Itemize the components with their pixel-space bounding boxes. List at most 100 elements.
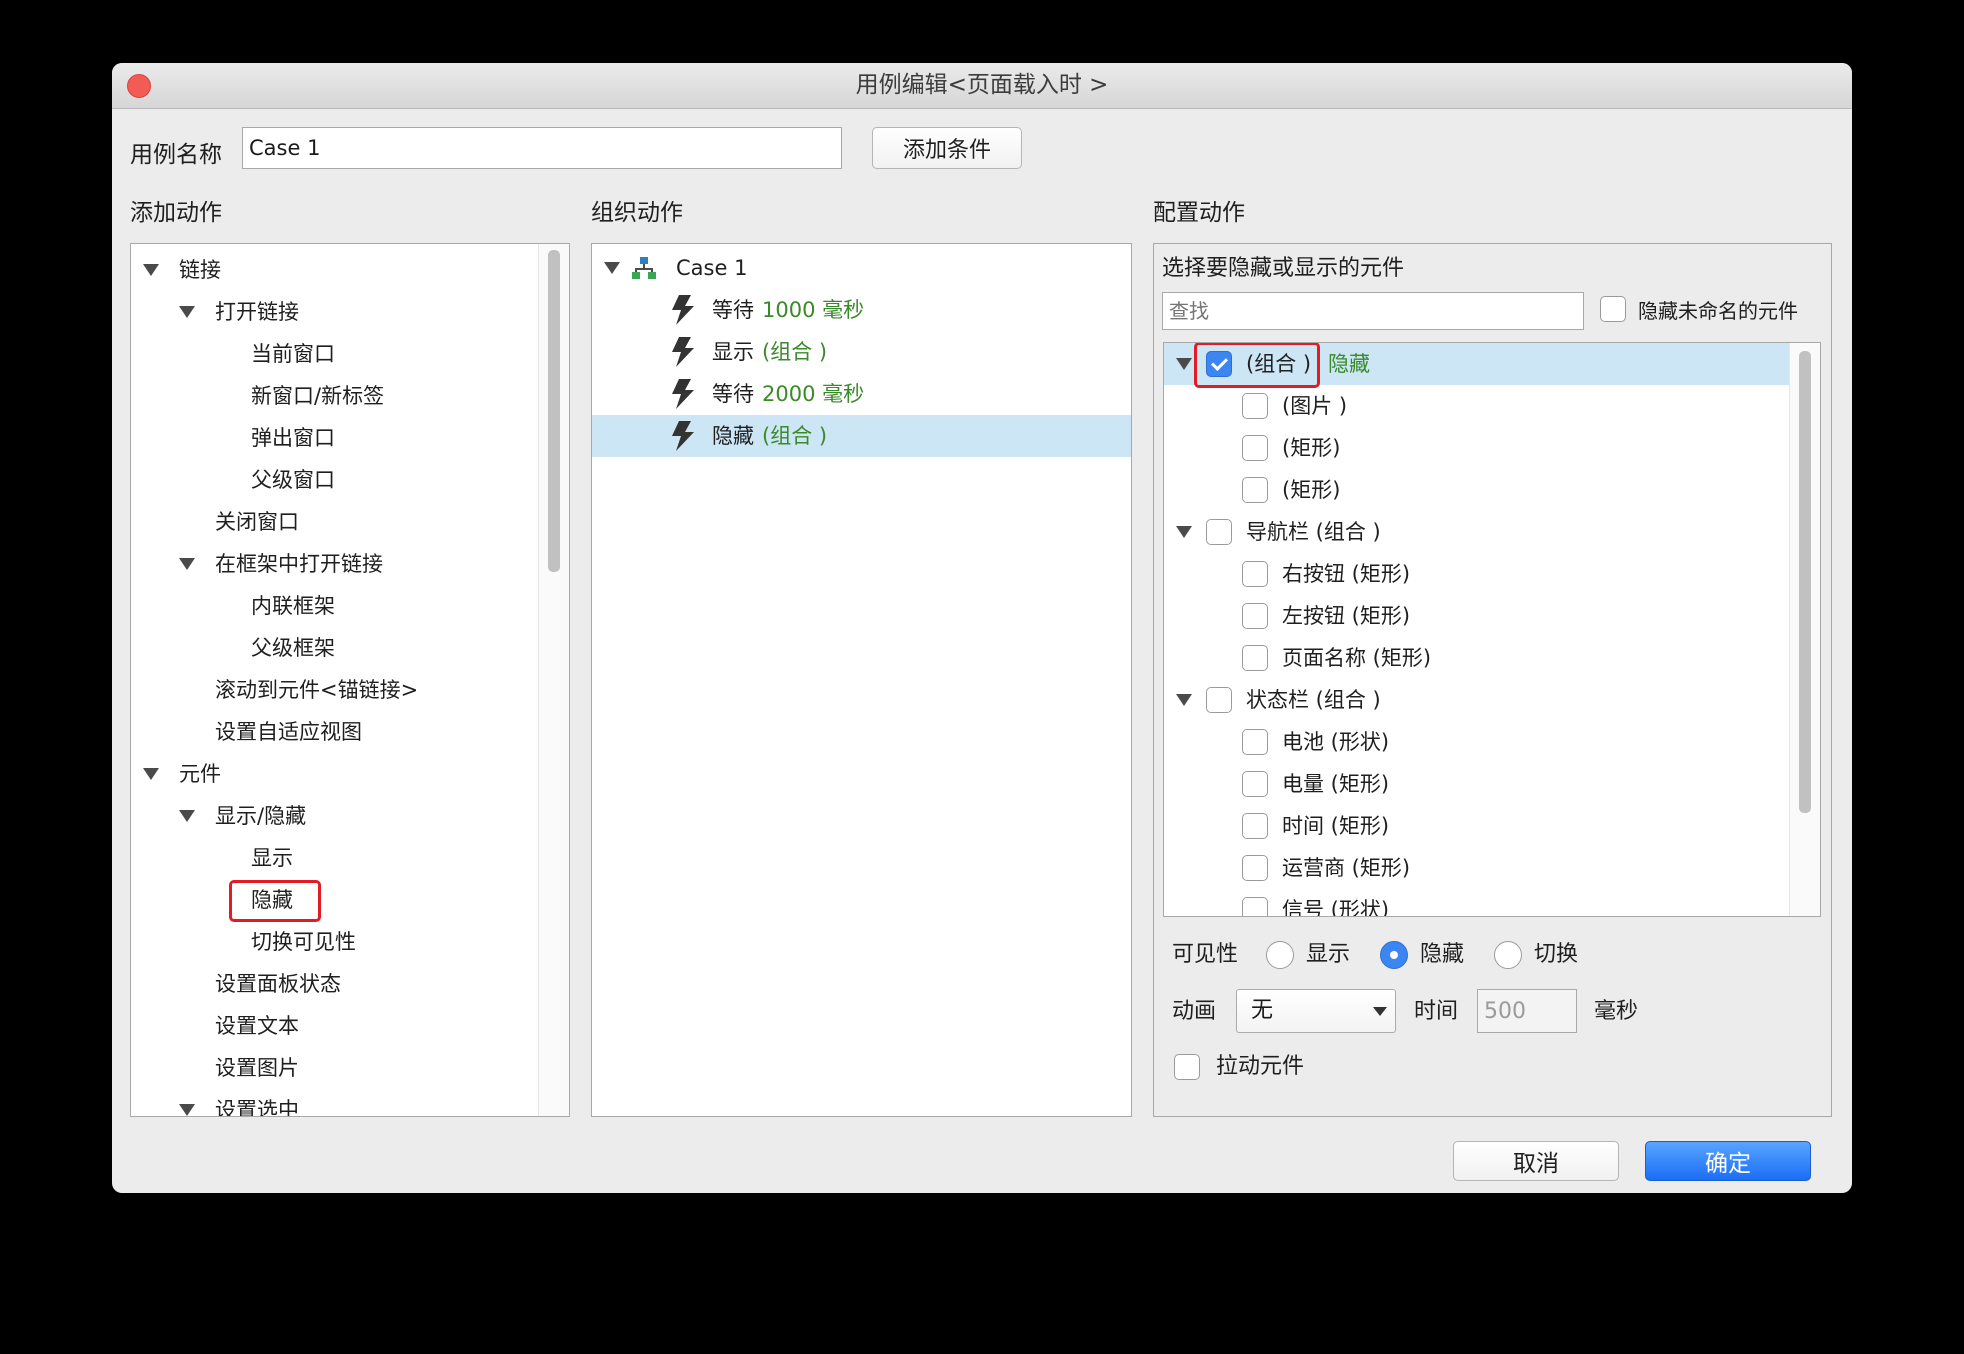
- case-tree-icon: [632, 257, 656, 279]
- case-editor-dialog: 用例编辑<页面载入时 > 用例名称 添加条件 添加动作 组织动作 配置动作 链接…: [112, 63, 1852, 1193]
- widget-checkbox[interactable]: [1242, 477, 1268, 503]
- drag-widget-toggle[interactable]: 拉动元件: [1174, 1046, 1374, 1088]
- widget-row[interactable]: 右按钮 (矩形): [1164, 553, 1790, 595]
- case-name-input[interactable]: [242, 127, 842, 169]
- widget-row[interactable]: 运营商 (矩形): [1164, 847, 1790, 889]
- tree-item-show[interactable]: 显示: [131, 837, 539, 879]
- hide-unnamed-toggle[interactable]: 隐藏未命名的元件: [1600, 290, 1830, 332]
- widget-checkbox[interactable]: [1242, 393, 1268, 419]
- widget-tree-scrollbar[interactable]: [1789, 343, 1820, 916]
- tree-item-widgets[interactable]: 元件: [131, 753, 539, 795]
- tree-item-open-in-frame[interactable]: 在框架中打开链接: [131, 543, 539, 585]
- lightning-icon: [672, 295, 694, 325]
- lightning-icon: [672, 379, 694, 409]
- window-title: 用例编辑<页面载入时 >: [855, 72, 1109, 98]
- scrollbar-thumb[interactable]: [548, 250, 560, 572]
- tree-item-open-link[interactable]: 打开链接: [131, 291, 539, 333]
- widget-row[interactable]: 电池 (形状): [1164, 721, 1790, 763]
- tree-item-set-selected[interactable]: 设置选中: [131, 1089, 539, 1116]
- visibility-toggle-option[interactable]: 切换: [1494, 934, 1604, 976]
- add-actions-panel: 链接 打开链接 当前窗口 新窗口/新标签 弹出窗口 父级窗口 关闭窗口 在框架中…: [130, 243, 570, 1117]
- add-actions-tree: 链接 打开链接 当前窗口 新窗口/新标签 弹出窗口 父级窗口 关闭窗口 在框架中…: [131, 244, 539, 1116]
- expand-triangle-icon[interactable]: [604, 262, 620, 274]
- expand-triangle-icon[interactable]: [1176, 358, 1192, 370]
- tree-item-parent-frame[interactable]: 父级框架: [131, 627, 539, 669]
- animation-label: 动画: [1172, 999, 1217, 1024]
- cancel-button[interactable]: 取消: [1453, 1141, 1619, 1181]
- tree-item-popup-window[interactable]: 弹出窗口: [131, 417, 539, 459]
- hide-unnamed-checkbox[interactable]: [1600, 296, 1626, 322]
- widget-row[interactable]: 信号 (形状): [1164, 889, 1790, 916]
- widget-checkbox[interactable]: [1242, 435, 1268, 461]
- expand-triangle-icon[interactable]: [179, 810, 195, 822]
- widget-row[interactable]: 左按钮 (矩形): [1164, 595, 1790, 637]
- tree-item-parent-window[interactable]: 父级窗口: [131, 459, 539, 501]
- tree-item-close-window[interactable]: 关闭窗口: [131, 501, 539, 543]
- configure-actions-title: 配置动作: [1153, 200, 1245, 226]
- add-condition-button[interactable]: 添加条件: [872, 127, 1022, 169]
- time-input[interactable]: [1477, 989, 1577, 1033]
- expand-triangle-icon[interactable]: [179, 558, 195, 570]
- action-row[interactable]: 显示 (组合 ): [592, 331, 1131, 373]
- widget-row[interactable]: 页面名称 (矩形): [1164, 637, 1790, 679]
- tree-item-inline-frame[interactable]: 内联框架: [131, 585, 539, 627]
- widget-search-input[interactable]: [1162, 292, 1584, 330]
- widget-row-nav-group[interactable]: 导航栏 (组合 ): [1164, 511, 1790, 553]
- tree-item-scroll-to-widget[interactable]: 滚动到元件<锚链接>: [131, 669, 539, 711]
- widget-checkbox[interactable]: [1242, 771, 1268, 797]
- ok-button[interactable]: 确定: [1645, 1141, 1811, 1181]
- title-bar: 用例编辑<页面载入时 >: [112, 63, 1852, 109]
- hide-action-highlight: [229, 880, 321, 922]
- expand-triangle-icon[interactable]: [1176, 694, 1192, 706]
- action-row[interactable]: 等待 1000 毫秒: [592, 289, 1131, 331]
- dropdown-arrow-icon: [1373, 1007, 1387, 1016]
- widget-checkbox[interactable]: [1242, 729, 1268, 755]
- widget-checkbox[interactable]: [1242, 813, 1268, 839]
- widget-checkbox[interactable]: [1242, 603, 1268, 629]
- widget-checkbox[interactable]: [1242, 645, 1268, 671]
- widget-checkbox[interactable]: [1242, 561, 1268, 587]
- action-row-selected[interactable]: 隐藏 (组合 ): [592, 415, 1131, 457]
- select-widgets-subtitle: 选择要隐藏或显示的元件: [1162, 256, 1405, 281]
- widget-row[interactable]: 电量 (矩形): [1164, 763, 1790, 805]
- case-node[interactable]: Case 1: [592, 247, 1131, 289]
- action-row[interactable]: 等待 2000 毫秒: [592, 373, 1131, 415]
- expand-triangle-icon[interactable]: [1176, 526, 1192, 538]
- organize-actions-panel: Case 1 等待 1000 毫秒 显示 (组合 ) 等待 2000 毫秒 隐藏…: [591, 243, 1132, 1117]
- tree-item-hide[interactable]: 隐藏: [131, 879, 539, 921]
- tree-item-toggle-visibility[interactable]: 切换可见性: [131, 921, 539, 963]
- visibility-show-option[interactable]: 显示: [1266, 934, 1376, 976]
- widget-row-status-group[interactable]: 状态栏 (组合 ): [1164, 679, 1790, 721]
- visibility-toggle-radio[interactable]: [1494, 941, 1522, 969]
- tree-item-current-window[interactable]: 当前窗口: [131, 333, 539, 375]
- widget-row[interactable]: (矩形): [1164, 469, 1790, 511]
- add-actions-scrollbar[interactable]: [538, 244, 569, 1116]
- widget-checkbox[interactable]: [1242, 855, 1268, 881]
- widget-row[interactable]: (图片 ): [1164, 385, 1790, 427]
- organize-actions-title: 组织动作: [591, 200, 683, 226]
- widget-checkbox[interactable]: [1206, 687, 1232, 713]
- visibility-hide-option[interactable]: 隐藏: [1380, 934, 1490, 976]
- visibility-hide-radio[interactable]: [1380, 941, 1408, 969]
- tree-item-set-panel-state[interactable]: 设置面板状态: [131, 963, 539, 1005]
- expand-triangle-icon[interactable]: [143, 264, 159, 276]
- tree-item-set-text[interactable]: 设置文本: [131, 1005, 539, 1047]
- drag-widget-checkbox[interactable]: [1174, 1054, 1200, 1080]
- widget-checkbox[interactable]: [1206, 519, 1232, 545]
- tree-item-new-window[interactable]: 新窗口/新标签: [131, 375, 539, 417]
- tree-item-show-hide[interactable]: 显示/隐藏: [131, 795, 539, 837]
- expand-triangle-icon[interactable]: [179, 1104, 195, 1116]
- animation-select[interactable]: 无: [1236, 989, 1396, 1033]
- widget-status-hidden: 隐藏: [1328, 352, 1370, 376]
- widget-tree: (组合 ) 隐藏 (图片 ) (矩形) (矩形) 导航栏 (组合 ) 右按钮 (…: [1163, 342, 1821, 917]
- tree-item-links[interactable]: 链接: [131, 249, 539, 291]
- widget-row[interactable]: 时间 (矩形): [1164, 805, 1790, 847]
- scrollbar-thumb[interactable]: [1799, 351, 1811, 813]
- widget-checkbox[interactable]: [1242, 897, 1268, 916]
- expand-triangle-icon[interactable]: [179, 306, 195, 318]
- tree-item-set-adaptive-view[interactable]: 设置自适应视图: [131, 711, 539, 753]
- widget-row[interactable]: (矩形): [1164, 427, 1790, 469]
- tree-item-set-image[interactable]: 设置图片: [131, 1047, 539, 1089]
- visibility-show-radio[interactable]: [1266, 941, 1294, 969]
- expand-triangle-icon[interactable]: [143, 768, 159, 780]
